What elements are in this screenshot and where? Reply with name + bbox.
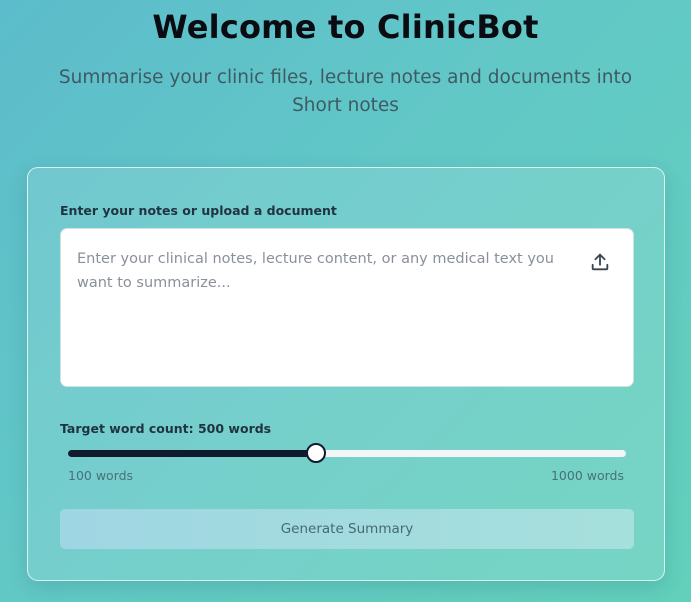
slider-min-label: 100 words (68, 468, 134, 483)
slider-max-label: 1000 words (550, 468, 624, 483)
slider-fill (68, 450, 316, 457)
generate-summary-button[interactable]: Generate Summary (60, 509, 634, 549)
page-subtitle: Summarise your clinic files, lecture not… (58, 67, 633, 116)
page-title: Welcome to ClinicBot (152, 8, 539, 46)
notes-field-label: Enter your notes or upload a document (60, 203, 337, 218)
notes-input-container (60, 228, 634, 387)
word-count-label: Target word count: 500 words (60, 421, 272, 436)
notes-textarea[interactable] (61, 229, 633, 386)
summary-form-card: Enter your notes or upload a document Ta… (27, 167, 665, 581)
slider-thumb[interactable] (306, 443, 326, 463)
word-count-slider[interactable] (68, 443, 626, 463)
upload-icon[interactable] (589, 251, 611, 273)
